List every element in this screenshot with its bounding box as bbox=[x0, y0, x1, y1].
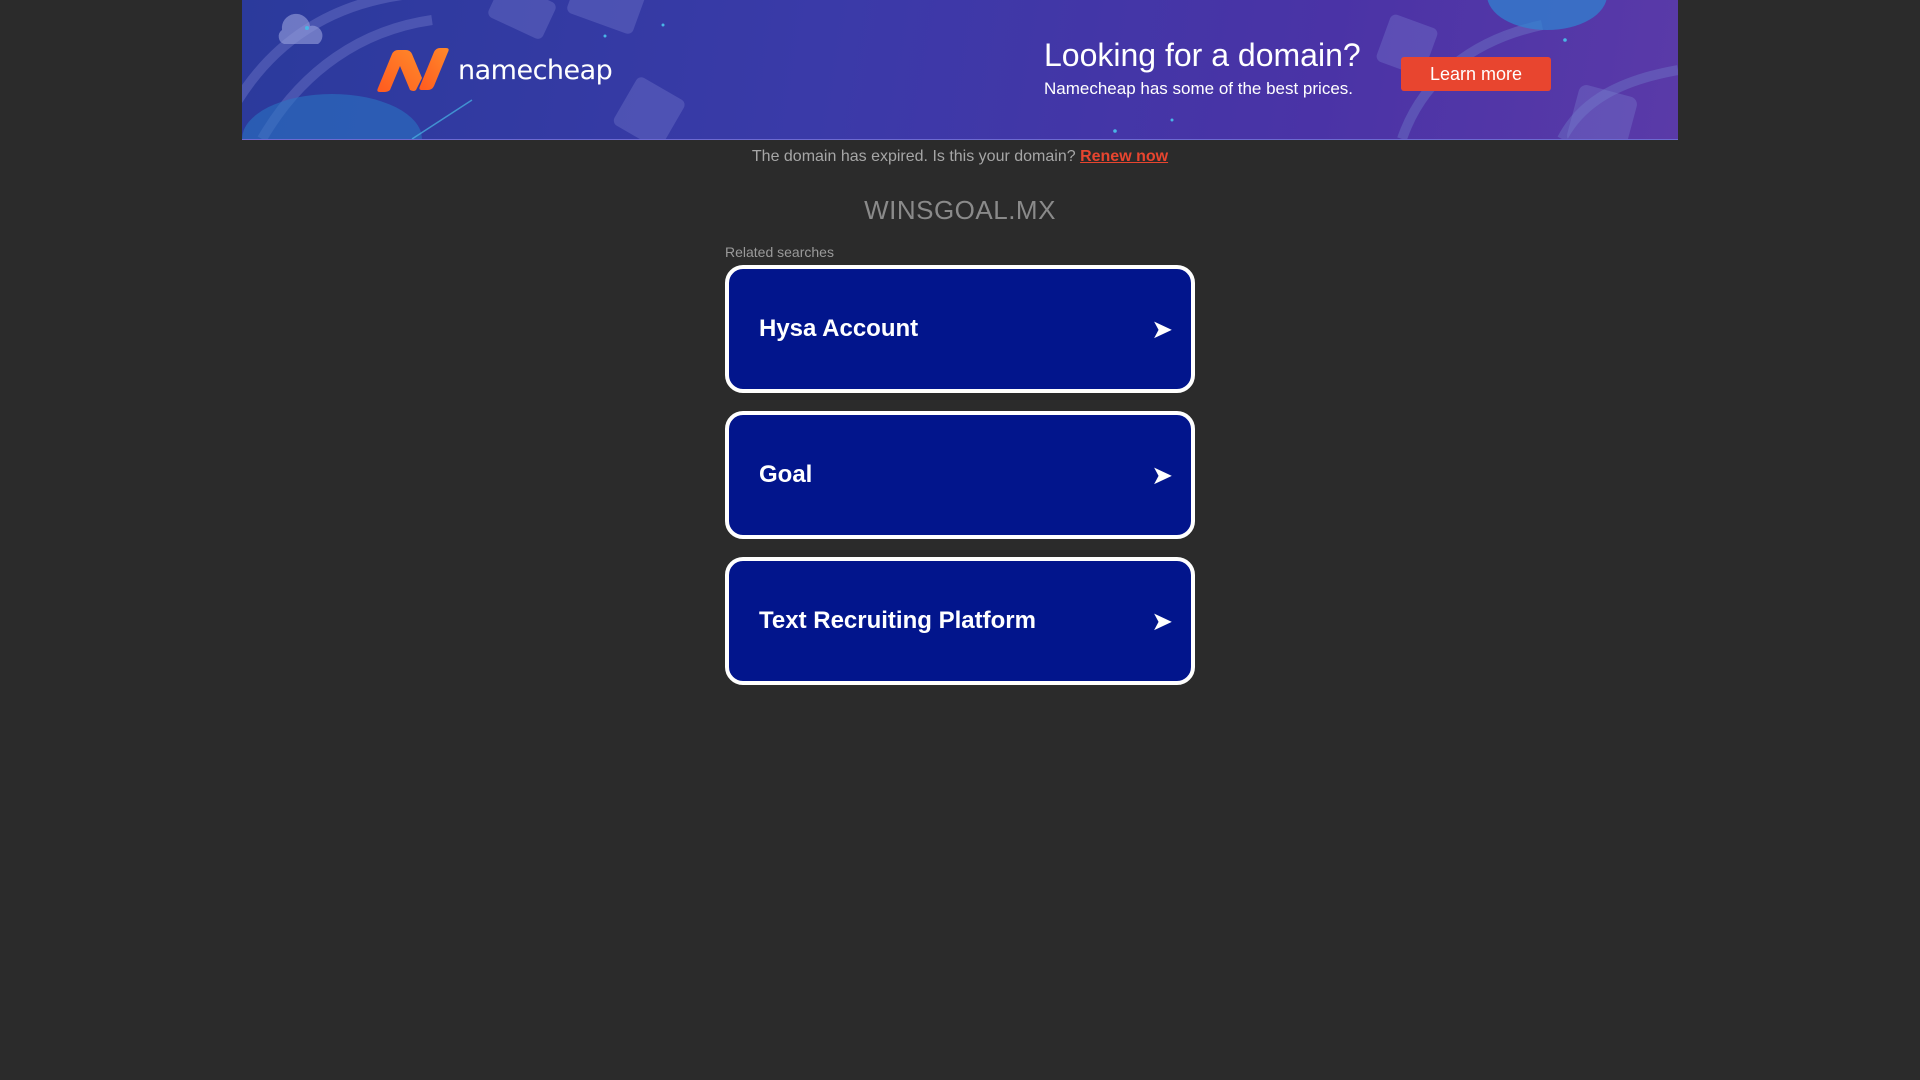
promo-subtitle: Namecheap has some of the best prices. bbox=[1044, 79, 1353, 98]
arrow-right-icon: ➤ bbox=[1151, 460, 1173, 490]
learn-more-button[interactable]: Learn more bbox=[1401, 57, 1551, 91]
namecheap-ad-banner[interactable]: namecheap Looking for a domain? Namechea… bbox=[242, 0, 1678, 140]
arrow-right-icon: ➤ bbox=[1151, 314, 1173, 344]
namecheap-logo[interactable]: namecheap bbox=[376, 48, 613, 92]
domain-name-title: WINSGOAL.MX bbox=[864, 195, 1056, 225]
related-search-link[interactable]: Text Recruiting Platform ➤ bbox=[725, 557, 1195, 685]
renew-now-link[interactable]: Renew now bbox=[1080, 148, 1168, 165]
related-search-label: Hysa Account bbox=[759, 315, 919, 342]
promo-title: Looking for a domain? bbox=[1044, 37, 1361, 73]
related-search-link[interactable]: Hysa Account ➤ bbox=[725, 265, 1195, 393]
expired-notice-text: The domain has expired. Is this your dom… bbox=[751, 148, 1076, 165]
parked-domain-page: namecheap Looking for a domain? Namechea… bbox=[0, 0, 1920, 1080]
related-search-label: Text Recruiting Platform bbox=[759, 607, 1036, 634]
related-search-link[interactable]: Goal ➤ bbox=[725, 411, 1195, 539]
related-searches-heading: Related searches bbox=[725, 244, 834, 260]
related-searches-list: Hysa Account ➤ Goal ➤ Text Recruiting Pl… bbox=[725, 265, 1195, 703]
related-search-label: Goal bbox=[759, 461, 813, 488]
domain-expired-notice: The domain has expired. Is this your dom… bbox=[0, 148, 1920, 166]
logo-wordmark: namecheap bbox=[458, 54, 613, 86]
arrow-right-icon: ➤ bbox=[1151, 606, 1173, 636]
namecheap-n-icon bbox=[377, 48, 449, 92]
promo-block: Looking for a domain? Namecheap has some… bbox=[1044, 36, 1361, 100]
